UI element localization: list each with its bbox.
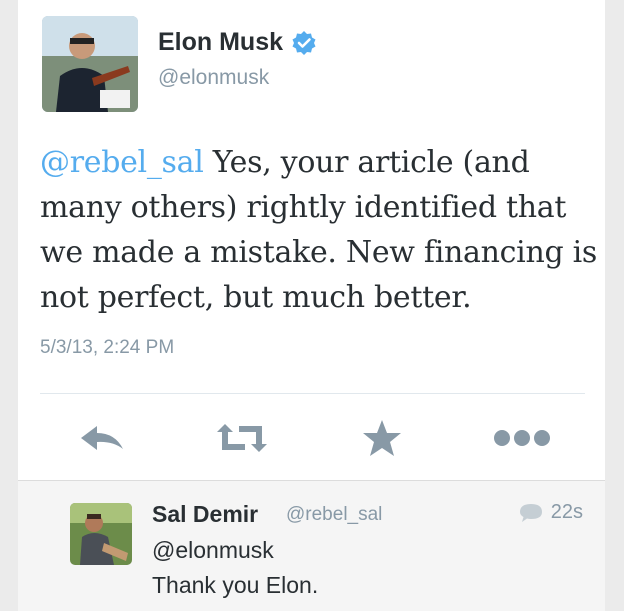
mention-link[interactable]: @rebel_sal	[40, 145, 204, 180]
reply-tweet[interactable]: Sal Demir @rebel_sal 22s @elonmusk Thank…	[18, 480, 605, 611]
verified-badge-icon	[291, 30, 317, 56]
reply-time: 22s	[519, 501, 583, 524]
reply-arrow-icon	[81, 426, 123, 450]
more-dots-icon	[494, 430, 550, 446]
reply-author-avatar[interactable]	[70, 503, 132, 565]
more-button[interactable]	[492, 420, 552, 456]
tweet-text: @rebel_sal Yes, your article (and many o…	[40, 140, 600, 320]
divider	[40, 393, 585, 394]
tweet-timestamp: 5/3/13, 2:24 PM	[40, 337, 175, 358]
retweet-icon	[217, 424, 267, 452]
reply-author-handle[interactable]: @rebel_sal	[286, 504, 382, 526]
author-name-row[interactable]: Elon Musk	[158, 28, 317, 57]
retweet-button[interactable]	[212, 420, 272, 456]
reply-button[interactable]	[72, 420, 132, 456]
tweet-detail-card: Elon Musk @elonmusk @rebel_sal Yes, your…	[18, 0, 605, 611]
avatar-photo-icon	[42, 16, 138, 112]
speech-bubble-icon	[519, 503, 542, 522]
star-icon	[363, 420, 401, 456]
reply-time-text: 22s	[550, 501, 583, 523]
avatar-photo-icon	[70, 503, 132, 565]
favorite-button[interactable]	[352, 420, 412, 456]
reply-author-name[interactable]: Sal Demir	[152, 501, 258, 528]
tweet-actions	[18, 408, 605, 468]
author-handle[interactable]: @elonmusk	[158, 66, 269, 90]
author-name[interactable]: Elon Musk	[158, 28, 283, 57]
reply-mention[interactable]: @elonmusk	[152, 537, 274, 564]
author-avatar[interactable]	[42, 16, 138, 112]
reply-text: Thank you Elon.	[152, 572, 319, 598]
